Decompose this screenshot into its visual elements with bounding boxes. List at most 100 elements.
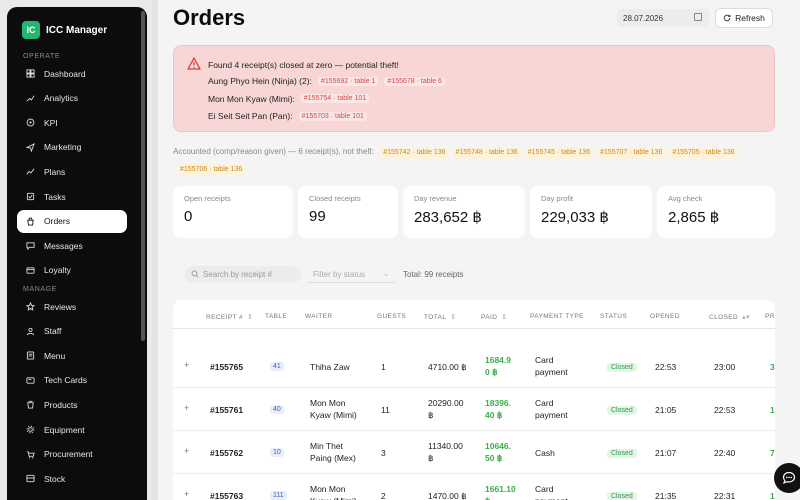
sidebar-item-equipment[interactable]: Equipment [17, 418, 127, 441]
column-header[interactable]: TOTAL ⇕ [424, 313, 457, 321]
stat-card: Day profit 229,033 ฿ [530, 186, 652, 238]
brand-logo: IC [22, 21, 40, 39]
sidebar-item-analytics[interactable]: Analytics [17, 87, 127, 110]
status-filter-select[interactable]: Filter by status ⌄ [307, 266, 395, 283]
main-scrollbar[interactable] [152, 0, 158, 500]
accounted-receipt-tag[interactable]: #155745 · table 136 [524, 147, 594, 159]
receipt-number[interactable]: #155762 [210, 447, 243, 459]
date-value: 28.07.2026 [623, 13, 664, 23]
loyalty-icon [26, 266, 35, 275]
column-header[interactable]: PAID ⇕ [481, 313, 508, 321]
column-header[interactable]: CLOSED ▴▾ [709, 313, 750, 321]
stat-card: Open receipts 0 [173, 186, 293, 238]
accounted-receipt-tag[interactable]: #155705 · table 136 [669, 147, 738, 159]
sidebar-item-tech-cards[interactable]: Tech Cards [17, 369, 127, 392]
expand-icon[interactable]: + [184, 446, 189, 456]
sidebar-item-plans[interactable]: Plans [17, 160, 127, 183]
refresh-button[interactable]: Refresh [715, 8, 773, 28]
sort-icon[interactable]: ⇕ [247, 314, 253, 321]
alert-row: Aung Phyo Hein (Ninja) (2): #155692 · tab… [208, 76, 445, 86]
accounted-receipt-tag[interactable]: #155742 · table 136 [380, 147, 449, 159]
sidebar-item-dashboard[interactable]: Dashboard [17, 62, 127, 85]
sidebar-item-tasks[interactable]: Tasks [17, 185, 127, 208]
sidebar-item-kpi[interactable]: KPI [17, 111, 127, 134]
sort-icon[interactable]: ▴▾ [742, 314, 750, 321]
search-input[interactable]: Search by receipt # [185, 266, 301, 283]
alert-waiter-name: Mon Mon Kyaw (Mimi): [208, 93, 295, 104]
profit-value: 7 [770, 448, 775, 458]
receipt-tag[interactable]: #155754 · table 101 [300, 94, 370, 103]
sidebar-item-label: Analytics [44, 93, 79, 104]
column-header-label: CLOSED [709, 314, 739, 321]
sort-icon[interactable]: ⇕ [501, 314, 507, 321]
chat-button[interactable] [774, 463, 800, 493]
sidebar-item-loyalty[interactable]: Loyalty [17, 259, 127, 282]
calendar-icon [694, 13, 702, 21]
analytics-icon [26, 94, 35, 103]
receipt-number[interactable]: #155761 [210, 404, 243, 416]
receipt-tag[interactable]: #155692 · table 1 [317, 76, 379, 86]
receipt-tag[interactable]: #155703 · table 101 [298, 111, 367, 121]
table-row[interactable]: + #155765 41 Thiha Zaw 1 4710.00 ฿ 1684.9 0 ฿ Ca… [173, 345, 775, 388]
accounted-receipts: Accounted (comp/reason given) — 6 receip… [173, 143, 773, 177]
stat-label: Avg check [668, 194, 703, 203]
table-row[interactable]: + #155762 10 Min Thet Paing (Mex) 3 11340.00 ฿ 1… [173, 431, 775, 474]
opened-time: 21:35 [655, 491, 677, 500]
chevron-down-icon: ⌄ [383, 271, 389, 278]
stat-label: Day profit [541, 194, 574, 203]
marketing-icon [26, 142, 35, 152]
receipt-tag[interactable]: #155678 · table 6 [384, 76, 445, 86]
column-header: PAYMENT TYPE [530, 313, 584, 320]
sidebar-item-label: Products [44, 399, 78, 410]
column-header[interactable]: RECEIPT # ⇕ [206, 313, 253, 321]
sidebar-item-staff[interactable]: Staff [17, 320, 127, 343]
table-row[interactable]: + #155761 40 Mon Mon Kyaw (Mimi) 11 20290.00 ฿ 1… [173, 388, 775, 431]
expand-icon[interactable]: + [184, 403, 189, 413]
guests-count: 1 [381, 362, 386, 372]
plans-icon [26, 167, 35, 176]
sidebar-item-label: Menu [44, 350, 66, 361]
total-amount: 4710.00 ฿ [428, 362, 467, 372]
section-label-operate: OPERATE [23, 53, 61, 60]
column-header-label: RECEIPT # [206, 314, 244, 321]
sidebar-item-reviews[interactable]: Reviews [17, 295, 127, 318]
brand-name: ICC Manager [46, 24, 108, 36]
main-content: Orders 28.07.2026 Refresh Found 4 receip… [158, 0, 800, 500]
column-header-label: STATUS [600, 313, 628, 320]
accounted-receipt-tag[interactable]: #155707 · table 136 [597, 147, 666, 159]
sidebar-item-orders[interactable]: Orders [17, 209, 127, 233]
table-row[interactable]: + #155763 111 Mon MonKyaw (Mimi) 2 1470.00 ฿ 1… [173, 474, 775, 500]
accounted-receipt-tag[interactable]: #155706 · table 136 [177, 164, 246, 176]
sidebar-item-products[interactable]: Products [17, 393, 127, 416]
profit-value: 1 [770, 405, 775, 415]
column-header: GUESTS [377, 313, 406, 320]
sidebar-item-label: Plans [44, 166, 66, 177]
tasks-icon [26, 192, 35, 201]
staff-icon [26, 327, 35, 336]
sidebar-item-label: Tasks [44, 191, 66, 202]
accounted-receipt-tag[interactable]: #155748 · table 136 [452, 147, 521, 159]
sidebar-item-procurement[interactable]: Procurement [17, 443, 127, 466]
sort-icon[interactable]: ⇕ [450, 314, 456, 321]
sidebar-item-marketing[interactable]: Marketing [17, 136, 127, 159]
stat-label: Closed receipts [309, 194, 361, 203]
expand-icon[interactable]: + [184, 360, 189, 370]
receipt-number[interactable]: #155765 [210, 361, 243, 373]
table-number: 111 [270, 491, 287, 500]
receipt-number[interactable]: #155763 [210, 490, 243, 500]
products-icon [26, 400, 35, 409]
brand[interactable]: IC ICC Manager [22, 21, 107, 39]
paid-amount: 1661.10฿ [485, 484, 516, 500]
header-divider [173, 328, 775, 329]
sidebar-scrollbar[interactable] [141, 11, 145, 341]
table-number: 10 [270, 448, 284, 457]
sidebar-item-menu[interactable]: Menu [17, 344, 127, 367]
paid-amount: 10646. 50 ฿ [485, 441, 511, 463]
star-icon [26, 302, 35, 311]
expand-icon[interactable]: + [184, 489, 189, 499]
sidebar-item-stock[interactable]: Stock [17, 467, 127, 490]
stock-icon [26, 474, 35, 483]
date-picker[interactable]: 28.07.2026 [617, 9, 709, 27]
sidebar-item-messages[interactable]: Messages [17, 234, 127, 257]
closed-time: 22:40 [714, 448, 736, 458]
